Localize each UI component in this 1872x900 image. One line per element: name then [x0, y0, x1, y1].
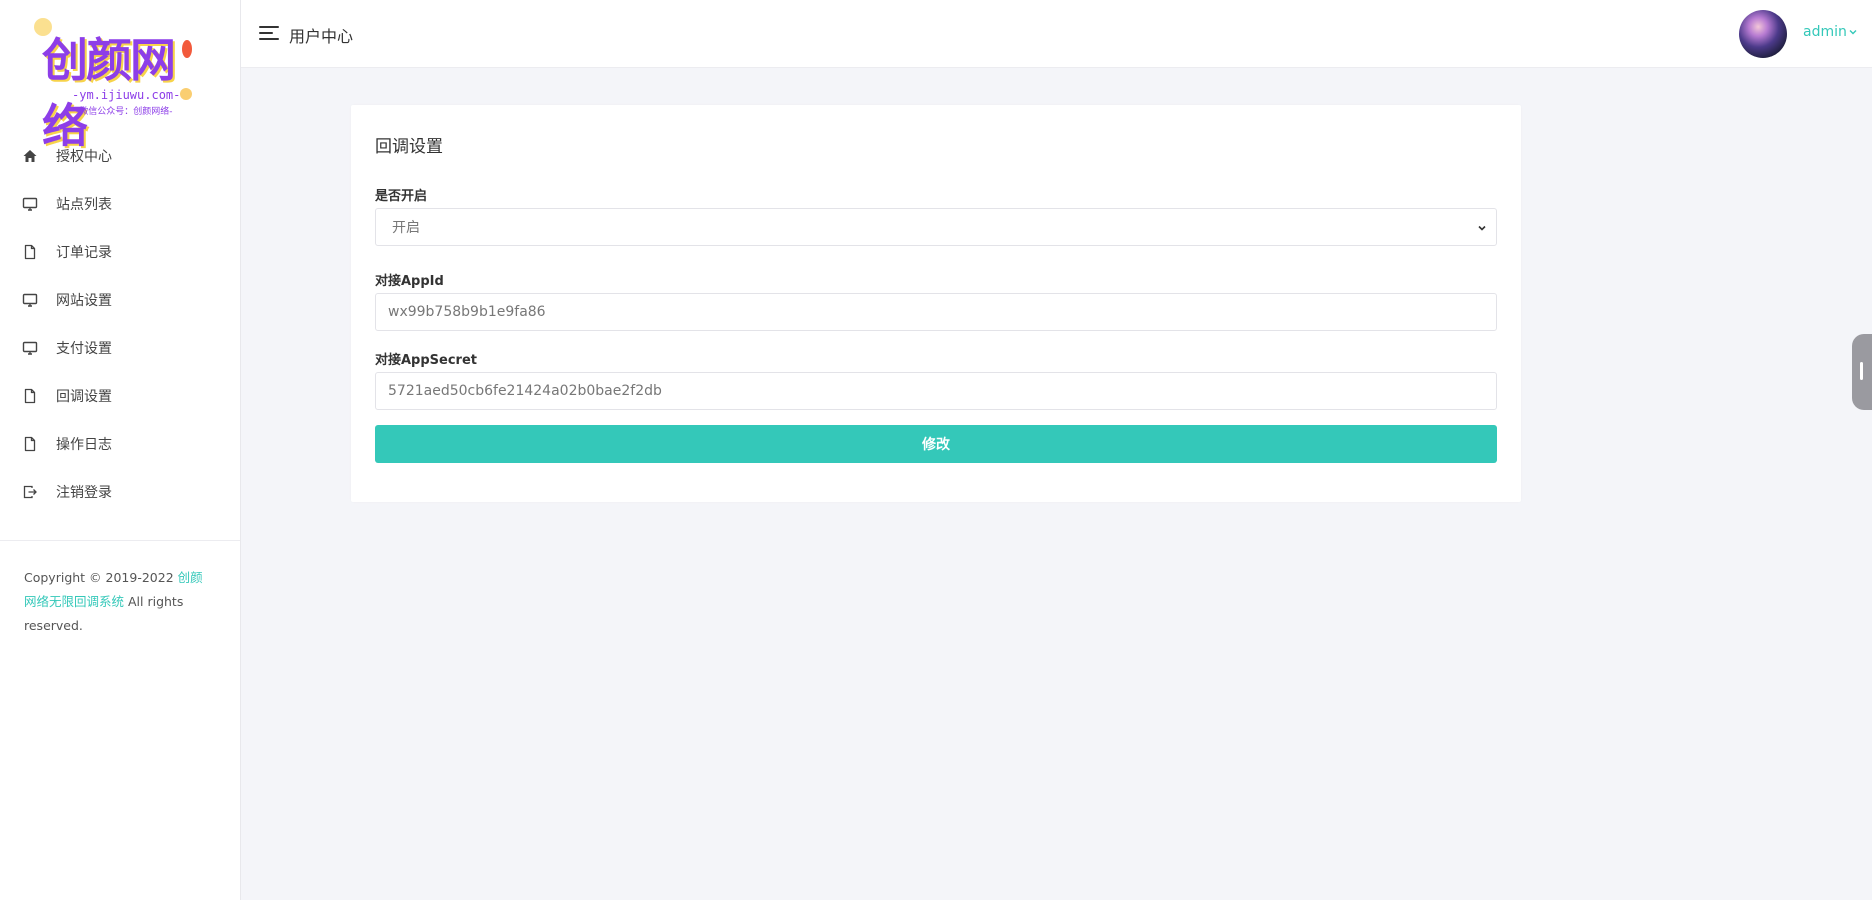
sidebar-item-label: 回调设置 [56, 389, 112, 405]
logo-url: -ym.ijiuwu.com- [72, 88, 181, 102]
card-title: 回调设置 [375, 137, 443, 157]
sidebar: 创颜网络 -ym.ijiuwu.com- -微信公众号：创颜网络- 授权中心 站… [0, 0, 241, 900]
appsecret-input[interactable] [375, 372, 1497, 410]
appid-label: 对接AppId [375, 274, 444, 289]
logo[interactable]: 创颜网络 -ym.ijiuwu.com- -微信公众号：创颜网络- [30, 10, 205, 153]
sidebar-item-label: 支付设置 [56, 341, 112, 357]
copyright: Copyright © 2019-2022 创颜网络无限回调系统 All rig… [24, 566, 210, 638]
grip-icon [1860, 362, 1863, 380]
sidebar-divider [0, 540, 240, 541]
appsecret-label: 对接AppSecret [375, 353, 478, 368]
file-icon [22, 244, 38, 260]
file-icon [22, 436, 38, 452]
sidebar-item-label: 注销登录 [56, 485, 112, 501]
avatar[interactable] [1739, 10, 1787, 58]
callback-settings-card: 回调设置 是否开启 开启 对接AppId 对接AppSecret 修改 [351, 105, 1521, 502]
enable-select[interactable]: 开启 [375, 208, 1497, 246]
page-title: 用户中心 [289, 27, 354, 46]
enable-label: 是否开启 [375, 189, 428, 204]
monitor-icon [22, 196, 38, 212]
sidebar-item-label: 订单记录 [56, 245, 112, 261]
side-panel-toggle[interactable] [1852, 334, 1872, 410]
sidebar-item-auth-center[interactable]: 授权中心 [0, 132, 240, 180]
hamburger-menu-icon[interactable] [259, 24, 281, 42]
sidebar-item-label: 操作日志 [56, 437, 112, 453]
user-menu[interactable]: admin [1803, 24, 1847, 40]
sidebar-item-label: 站点列表 [56, 197, 112, 213]
monitor-icon [22, 340, 38, 356]
sidebar-item-operation-log[interactable]: 操作日志 [0, 420, 240, 468]
sidebar-item-site-settings[interactable]: 网站设置 [0, 276, 240, 324]
enable-select-value: 开启 [392, 220, 420, 236]
chevron-down-icon[interactable] [1847, 26, 1859, 38]
sidebar-item-callback-settings[interactable]: 回调设置 [0, 372, 240, 420]
top-bar: 用户中心 admin [241, 0, 1872, 68]
logout-icon [22, 484, 38, 500]
sidebar-item-payment-settings[interactable]: 支付设置 [0, 324, 240, 372]
sidebar-item-order-records[interactable]: 订单记录 [0, 228, 240, 276]
logo-subtitle: -微信公众号：创颜网络- [76, 107, 173, 117]
monitor-icon [22, 292, 38, 308]
sidebar-item-label: 授权中心 [56, 149, 112, 165]
sidebar-item-label: 网站设置 [56, 293, 112, 309]
sidebar-nav: 授权中心 站点列表 订单记录 网站设置 支付设置 回调设置 操作日志 注销登录 [0, 132, 240, 516]
copyright-prefix: Copyright © 2019-2022 [24, 570, 178, 585]
chevron-down-icon [1478, 225, 1486, 231]
home-icon [22, 148, 38, 164]
appid-input[interactable] [375, 293, 1497, 331]
submit-button[interactable]: 修改 [375, 425, 1497, 463]
sidebar-item-logout[interactable]: 注销登录 [0, 468, 240, 516]
sidebar-item-site-list[interactable]: 站点列表 [0, 180, 240, 228]
file-icon [22, 388, 38, 404]
